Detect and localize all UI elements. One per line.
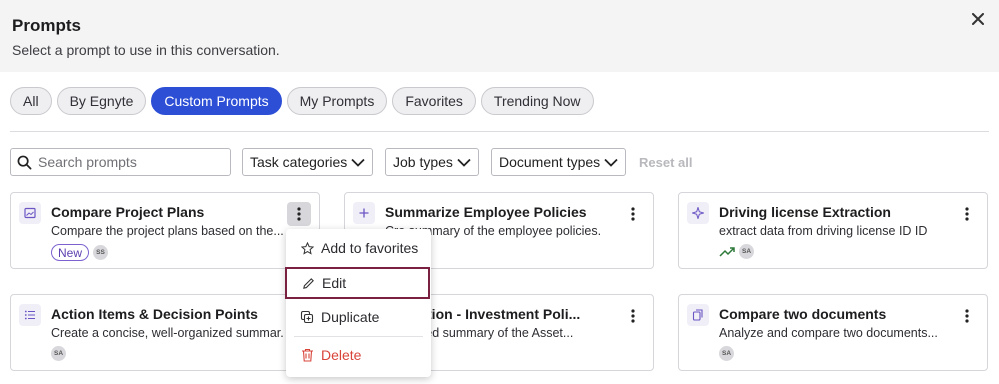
job-types-label: Job types xyxy=(393,154,453,170)
menu-item-label: Add to favorites xyxy=(321,240,419,256)
dialog-subtitle: Select a prompt to use in this conversat… xyxy=(12,42,280,58)
filter-tabs: All By Egnyte Custom Prompts My Prompts … xyxy=(10,87,594,115)
duplicate-icon xyxy=(299,310,315,324)
tab-custom-prompts[interactable]: Custom Prompts xyxy=(151,87,282,115)
menu-item-label: Delete xyxy=(321,347,362,363)
job-types-dropdown[interactable]: Job types xyxy=(385,148,479,176)
image-icon xyxy=(19,202,41,224)
card-description: Compare the project plans based on the..… xyxy=(51,224,283,238)
pencil-icon xyxy=(300,277,316,290)
search-box[interactable] xyxy=(10,148,231,176)
more-options-button[interactable] xyxy=(287,202,311,226)
dialog-header: Prompts Select a prompt to use in this c… xyxy=(0,0,999,72)
avatar: SA xyxy=(51,346,66,361)
tab-all[interactable]: All xyxy=(10,87,52,115)
document-types-label: Document types xyxy=(499,154,601,170)
kebab-icon xyxy=(297,207,301,221)
document-types-dropdown[interactable]: Document types xyxy=(491,148,626,176)
chevron-down-icon xyxy=(351,158,365,167)
close-button[interactable] xyxy=(967,8,989,30)
dialog-title: Prompts xyxy=(12,16,81,35)
kebab-icon xyxy=(965,309,969,323)
new-badge: New xyxy=(51,244,90,261)
card-meta: New SS xyxy=(51,244,109,261)
menu-item-duplicate[interactable]: Duplicate xyxy=(286,301,431,333)
prompt-card[interactable]: Compare two documents Analyze and compar… xyxy=(678,294,988,371)
menu-item-label: Duplicate xyxy=(321,309,380,325)
plus-icon xyxy=(353,202,375,224)
kebab-icon xyxy=(631,207,635,221)
search-input[interactable] xyxy=(38,154,218,170)
close-icon xyxy=(972,13,984,25)
menu-separator xyxy=(294,336,423,337)
list-icon xyxy=(19,304,41,326)
prompt-card[interactable]: Action Items & Decision Points Create a … xyxy=(10,294,320,371)
card-description: Create a concise, well-organized summar.… xyxy=(51,326,283,340)
reset-all-button[interactable]: Reset all xyxy=(639,155,692,170)
tab-favorites[interactable]: Favorites xyxy=(392,87,476,115)
more-options-button[interactable] xyxy=(621,202,645,226)
more-options-button[interactable] xyxy=(955,202,979,226)
tab-trending-now[interactable]: Trending Now xyxy=(480,87,594,115)
card-title: Compare Project Plans xyxy=(51,204,205,220)
copy-icon xyxy=(687,304,709,326)
card-meta: SA xyxy=(719,244,754,259)
menu-item-add-to-favorites[interactable]: Add to favorites xyxy=(286,232,431,264)
card-description: Analyze and compare two documents... xyxy=(719,326,938,340)
tab-by-egnyte[interactable]: By Egnyte xyxy=(56,87,147,115)
card-description: extract data from driving license ID ID xyxy=(719,224,928,238)
card-title: Summarize Employee Policies xyxy=(385,204,587,220)
menu-item-delete[interactable]: Delete xyxy=(286,339,431,371)
card-meta: SA xyxy=(719,346,734,361)
card-title: Driving license Extraction xyxy=(719,204,891,220)
task-categories-label: Task categories xyxy=(250,154,348,170)
kebab-icon xyxy=(965,207,969,221)
task-categories-dropdown[interactable]: Task categories xyxy=(242,148,373,176)
sparkle-icon xyxy=(687,202,709,224)
star-icon xyxy=(299,241,315,255)
context-menu: Add to favorites Edit Duplicate Delete xyxy=(285,229,431,377)
chevron-down-icon xyxy=(604,158,618,167)
card-meta: SA xyxy=(51,346,66,361)
search-icon xyxy=(17,155,32,169)
trending-icon xyxy=(719,246,735,257)
avatar: SS xyxy=(93,245,109,260)
kebab-icon xyxy=(631,309,635,323)
trash-icon xyxy=(299,348,315,362)
chevron-down-icon xyxy=(457,158,471,167)
menu-item-label: Edit xyxy=(322,275,347,291)
tab-my-prompts[interactable]: My Prompts xyxy=(286,87,388,115)
card-title: Action Items & Decision Points xyxy=(51,306,258,322)
more-options-button[interactable] xyxy=(955,304,979,328)
prompt-card[interactable]: Compare Project Plans Compare the projec… xyxy=(10,192,320,269)
prompt-card[interactable]: Driving license Extraction extract data … xyxy=(678,192,988,269)
menu-item-edit[interactable]: Edit xyxy=(285,267,430,299)
divider xyxy=(10,131,989,132)
avatar: SA xyxy=(739,244,754,259)
more-options-button[interactable] xyxy=(621,304,645,328)
card-title: Compare two documents xyxy=(719,306,887,322)
avatar: SA xyxy=(719,346,734,361)
